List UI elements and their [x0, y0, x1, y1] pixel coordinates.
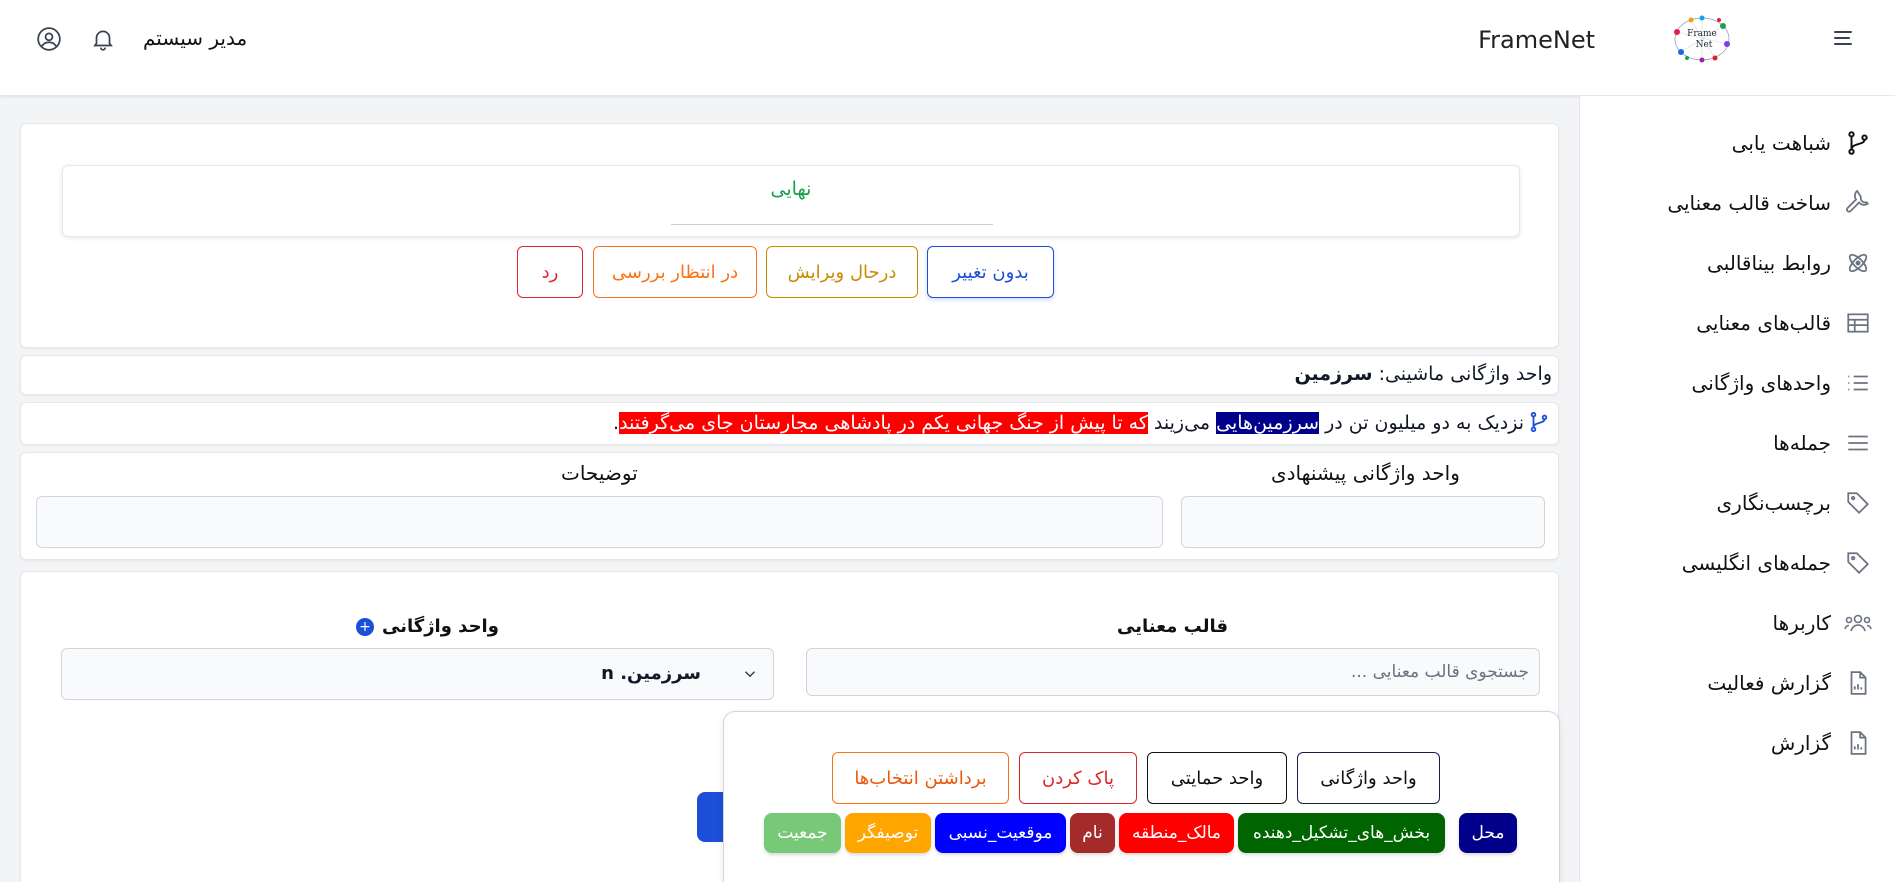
frame-label: قالب معنایی: [1117, 616, 1229, 637]
svg-text:Net: Net: [1696, 40, 1713, 50]
sidebar-item-label: جمله‌های انگلیسی: [1681, 551, 1831, 575]
clear-button[interactable]: پاک کردن: [1019, 752, 1137, 804]
support-unit-button[interactable]: واحد حمایتی: [1147, 752, 1287, 804]
fe-chip-constituent-parts[interactable]: بخش_های_تشکیل_دهنده: [1238, 813, 1445, 853]
sidebar-item-label: روابط بیناقالبی: [1707, 251, 1831, 275]
sidebar-item-label: گزارش: [1770, 731, 1831, 755]
fe-chip-locale-owner[interactable]: مالک_منطقه: [1119, 813, 1234, 853]
lexical-unit-button[interactable]: واحد واژگانی: [1297, 752, 1440, 804]
git-branch-icon[interactable]: [1528, 409, 1550, 439]
pending-review-button[interactable]: در انتظار بررسی: [593, 246, 757, 298]
report-icon: [1843, 728, 1873, 758]
machine-lu-row: واحد واژگانی ماشینی: سرزمین: [1294, 363, 1552, 385]
sidebar-item-label: برچسب‌نگاری: [1716, 491, 1831, 515]
frame-element-popup: واحد واژگانی واحد حمایتی پاک کردن برداشت…: [723, 711, 1560, 882]
add-icon[interactable]: +: [356, 617, 374, 636]
sidebar-item-label: گزارش فعالیت: [1707, 671, 1831, 695]
sidebar-item-label: قالب‌های معنایی: [1696, 311, 1831, 335]
status-underline: [671, 224, 993, 225]
notes-label: توضیحات: [561, 461, 638, 485]
sentence-part: نزدیک به دو میلیون تن در: [1319, 412, 1524, 434]
tag-icon: [1843, 488, 1873, 518]
sidebar-item-users[interactable]: کاربرها: [1772, 598, 1873, 648]
suggested-lu-textarea[interactable]: [1181, 496, 1545, 548]
fe-chip-name[interactable]: نام: [1070, 813, 1115, 853]
deselect-all-button[interactable]: برداشتن انتخاب‌ها: [832, 752, 1009, 804]
lines-icon: [1843, 428, 1873, 458]
machine-lu-bar: واحد واژگانی ماشینی: سرزمین: [20, 355, 1559, 395]
bell-icon[interactable]: [90, 26, 116, 56]
machine-lu-label: واحد واژگانی ماشینی:: [1378, 363, 1552, 385]
atom-icon: [1843, 248, 1873, 278]
sidebar-item-lexical-units[interactable]: واحدهای واژگانی: [1692, 358, 1873, 408]
status-card: نهایی بدون تغییر درحال ویرایش در انتظار …: [20, 123, 1559, 348]
brand-title: FrameNet: [1478, 26, 1595, 54]
fe-chip-location[interactable]: محل: [1459, 813, 1517, 853]
notes-textarea[interactable]: [36, 496, 1163, 548]
target-word[interactable]: سرزمین‌هایی: [1216, 412, 1320, 434]
user-circle-icon[interactable]: [36, 26, 62, 56]
sidebar: شباهت یابی ساخت قالب معنایی روابط بیناقا…: [1579, 96, 1895, 882]
suggestion-card: واحد واژگانی پیشنهادی توضیحات: [20, 452, 1559, 560]
users-icon: [1843, 608, 1873, 638]
suggested-lu-label: واحد واژگانی پیشنهادی: [1271, 461, 1460, 485]
reject-button[interactable]: رد: [517, 246, 583, 298]
sidebar-item-annotation[interactable]: برچسب‌نگاری: [1717, 478, 1873, 528]
list-icon: [1843, 368, 1873, 398]
unchanged-button[interactable]: بدون تغییر: [927, 246, 1054, 298]
fe-chip-descriptor[interactable]: توصیفگر: [845, 813, 931, 853]
status-value: نهایی: [770, 178, 812, 200]
sidebar-item-build-frame[interactable]: ساخت قالب معنایی: [1667, 178, 1873, 228]
fe-chip-relative-location[interactable]: موقعیت_نسبی: [935, 813, 1066, 853]
lu-label-row: واحد واژگانی +: [356, 616, 499, 637]
sidebar-item-label: جمله‌ها: [1773, 431, 1831, 455]
sidebar-item-label: شباهت یابی: [1731, 131, 1831, 155]
sidebar-item-label: کاربرها: [1772, 611, 1831, 635]
tag-icon: [1843, 548, 1873, 578]
highlighted-span[interactable]: که تا پیش از جنگ جهانی یکم در پادشاهی مج…: [619, 412, 1148, 434]
sidebar-item-label: واحدهای واژگانی: [1691, 371, 1831, 395]
chevron-down-icon[interactable]: [741, 665, 759, 687]
user-name[interactable]: مدیر سیستم: [143, 26, 247, 50]
table-icon: [1843, 308, 1873, 338]
svg-text:Frame: Frame: [1687, 29, 1717, 39]
frame-search-input[interactable]: جستجوی قالب معنایی ...: [806, 648, 1540, 696]
sidebar-item-label: ساخت قالب معنایی: [1667, 191, 1831, 215]
lu-label: واحد واژگانی: [382, 616, 499, 637]
top-bar: مدیر سیستم FrameNet Frame Net: [0, 0, 1895, 96]
sentence-bar: نزدیک به دو میلیون تن در سرزمین‌هایی می‌…: [20, 402, 1559, 445]
framenet-logo: Frame Net: [1671, 14, 1733, 64]
report-icon: [1843, 668, 1873, 698]
sidebar-item-activity-report[interactable]: گزارش فعالیت: [1707, 658, 1873, 708]
sidebar-item-english-sentences[interactable]: جمله‌های انگلیسی: [1682, 538, 1873, 588]
menu-icon[interactable]: [1831, 26, 1855, 54]
frame-search-placeholder: جستجوی قالب معنایی ...: [1351, 662, 1529, 682]
status-display: نهایی: [62, 165, 1520, 237]
sidebar-item-sentences[interactable]: جمله‌ها: [1773, 418, 1873, 468]
git-branch-icon: [1843, 128, 1873, 158]
machine-lu-value: سرزمین: [1294, 363, 1373, 385]
sidebar-item-frame-relations[interactable]: روابط بیناقالبی: [1707, 238, 1873, 288]
wrench-icon: [1843, 188, 1873, 218]
sidebar-item-frames[interactable]: قالب‌های معنایی: [1696, 298, 1873, 348]
sentence-text: نزدیک به دو میلیون تن در سرزمین‌هایی می‌…: [613, 412, 1524, 434]
editing-button[interactable]: درحال ویرایش: [766, 246, 918, 298]
sidebar-item-report[interactable]: گزارش: [1771, 718, 1873, 768]
sentence-part: می‌زیند: [1147, 412, 1217, 434]
sidebar-item-similarity[interactable]: شباهت یابی: [1732, 118, 1873, 168]
lu-select[interactable]: سرزمین. n: [61, 648, 774, 700]
lu-select-value: سرزمین. n: [601, 663, 701, 684]
fe-chip-population[interactable]: جمعیت: [764, 813, 841, 853]
